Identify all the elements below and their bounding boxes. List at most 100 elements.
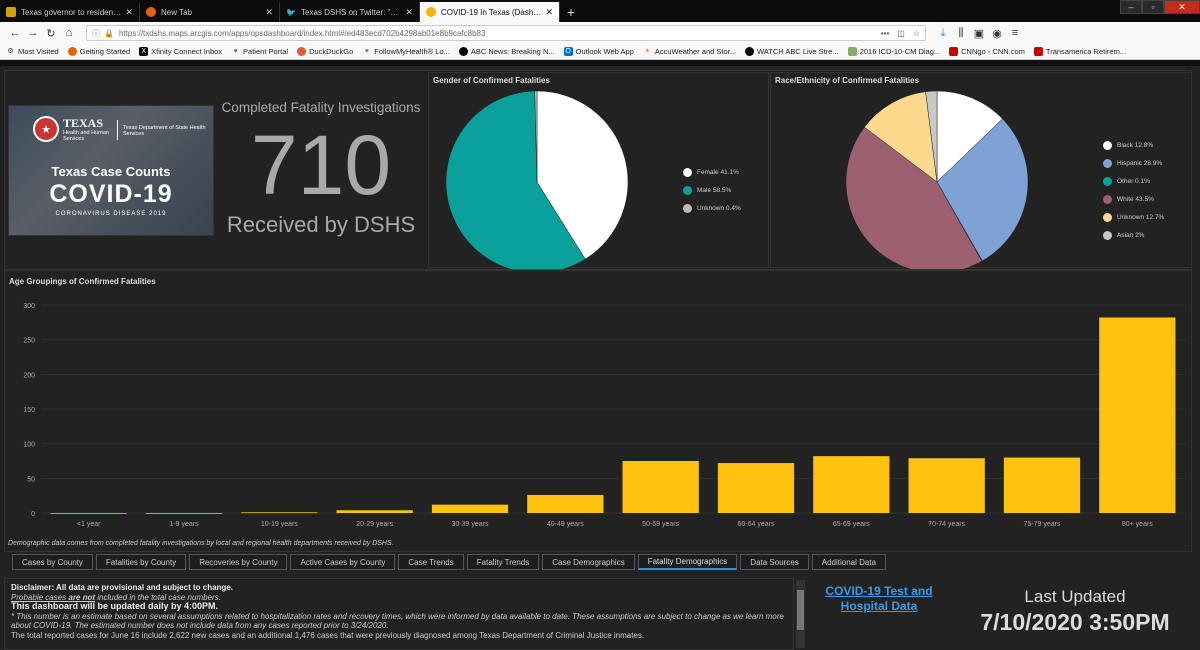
browser-tab[interactable]: New Tab ✕ <box>140 2 280 22</box>
legend-label: Hispanic 28.9% <box>1117 159 1163 167</box>
race-legend-item[interactable]: Unknown 12.7% <box>1103 208 1164 226</box>
close-window-icon[interactable]: ✕ <box>1164 0 1200 14</box>
texas-star-icon: ★ <box>33 116 59 142</box>
close-tab-icon[interactable]: ✕ <box>405 7 413 18</box>
bar--1-year[interactable] <box>50 513 127 514</box>
disclaimer-scrollbar[interactable] <box>796 580 805 648</box>
bar-20-29-years[interactable] <box>336 510 413 513</box>
legend-swatch <box>683 185 692 195</box>
last-updated-panel: Last Updated 7/10/2020 3:50PM <box>954 578 1196 650</box>
bookmark-item[interactable]: ⚙ Most Visited <box>6 47 58 56</box>
tab-case-demographics[interactable]: Case Demographics <box>542 554 635 570</box>
forward-arrow-icon[interactable]: → <box>24 27 42 39</box>
back-arrow-icon[interactable]: ← <box>6 27 24 39</box>
disease-subtitle: CORONAVIRUS DISEASE 2019 <box>55 211 167 217</box>
new-tab-button[interactable]: + <box>560 2 582 22</box>
bookmark-item[interactable]: ABC News: Breaking N... <box>458 47 555 56</box>
disclaimer-panel: Disclaimer: All data are provisional and… <box>4 578 794 650</box>
gender-legend-item[interactable]: Male 58.5% <box>683 181 741 199</box>
download-icon[interactable]: ⤓ <box>934 27 952 40</box>
bookmark-item[interactable]: ♥ FollowMyHealth® Lo... <box>362 47 450 56</box>
bookmark-item[interactable]: CNNgo - CNN.com <box>949 47 1025 56</box>
legend-label: Other 0.1% <box>1117 177 1150 185</box>
bookmark-label: Xfinity Connect Inbox <box>151 47 223 56</box>
fatality-indicator: Completed Fatality Investigations 710 Re… <box>215 72 427 268</box>
bookmark-item[interactable]: ♥ Patient Portal <box>231 47 288 56</box>
home-icon[interactable]: ⌂ <box>60 27 78 39</box>
reload-icon[interactable]: ↻ <box>42 27 60 40</box>
info-icon[interactable]: ⓘ <box>92 28 100 39</box>
x-tick-label: 40-49 years <box>547 521 584 528</box>
legend-swatch <box>1103 140 1112 150</box>
bar-1-9-years[interactable] <box>145 513 223 514</box>
browser-tab[interactable]: Texas governor to residents: "T ✕ <box>0 2 140 22</box>
bookmark-item[interactable]: Getting Started <box>67 47 130 56</box>
page-actions-icon[interactable]: ••• <box>881 29 889 38</box>
gender-legend-item[interactable]: Female 41.1% <box>683 163 741 181</box>
bookmark-item[interactable]: O Outlook Web App <box>563 47 634 56</box>
bookmark-item[interactable]: ☀ AccuWeather and Stor... <box>643 47 736 56</box>
heart-icon: ♥ <box>233 48 238 55</box>
menu-icon[interactable]: ≡ <box>1006 27 1024 39</box>
race-legend-item[interactable]: White 43.5% <box>1103 190 1164 208</box>
legend-label: Female 41.1% <box>697 168 739 176</box>
scrollbar-thumb[interactable] <box>797 590 804 630</box>
bar-40-49-years[interactable] <box>527 494 604 513</box>
case-counts-title: Texas Case Counts <box>51 164 171 179</box>
close-tab-icon[interactable]: ✕ <box>545 7 553 18</box>
account-icon[interactable]: ◉ <box>988 27 1006 40</box>
disclaimer-line: Disclaimer: All data are provisional and… <box>11 583 233 592</box>
tab-active-cases-by-county[interactable]: Active Cases by County <box>290 554 396 570</box>
library-icon[interactable]: ⫼ <box>952 27 970 40</box>
url-text[interactable]: https://txdshs.maps.arcgis.com/apps/opsd… <box>119 29 873 38</box>
close-tab-icon[interactable]: ✕ <box>265 7 273 18</box>
close-tab-icon[interactable]: ✕ <box>125 7 133 18</box>
browser-tab-active[interactable]: COVID-19 In Texas (Dashboard) ✕ <box>420 2 560 22</box>
tab-title: New Tab <box>161 7 192 17</box>
race-legend-item[interactable]: Black 12.8% <box>1103 136 1164 154</box>
tab-fatality-demographics[interactable]: Fatality Demographics <box>637 554 738 570</box>
bar-10-19-years[interactable] <box>241 512 318 514</box>
bar-70-74-years[interactable] <box>908 458 985 513</box>
bookmark-item[interactable]: Transamerica Retirem... <box>1033 47 1126 56</box>
bookmark-label: Patient Portal <box>243 47 289 56</box>
tab-fatality-trends[interactable]: Fatality Trends <box>466 554 540 570</box>
tab-cases-by-county[interactable]: Cases by County <box>12 554 93 570</box>
tab-case-trends[interactable]: Case Trends <box>398 554 464 570</box>
estimate-note: * This number is an estimate based on se… <box>11 611 784 631</box>
bookmark-item[interactable]: 2016 ICD-10-CM Diag... <box>847 47 940 56</box>
bookmark-item[interactable]: X Xfinity Connect Inbox <box>139 47 222 56</box>
test-hospital-data-link[interactable]: COVID-19 Test and Hospital Data <box>825 584 932 613</box>
url-bar[interactable]: ⓘ 🔒 https://txdshs.maps.arcgis.com/apps/… <box>86 25 926 41</box>
race-legend-item[interactable]: Other 0.1% <box>1103 172 1164 190</box>
tab-recoveries-by-county[interactable]: Recoveries by County <box>189 554 288 570</box>
bookmark-item[interactable]: WATCH ABC Live Stre... <box>745 47 839 56</box>
bookmark-item[interactable]: DuckDuckGo <box>297 47 353 56</box>
x-tick-label: 30-39 years <box>452 521 489 528</box>
y-tick-label: 300 <box>23 303 35 310</box>
legend-label: Asian 2% <box>1117 231 1145 239</box>
tab-title: Texas DSHS on Twitter: "#COVI <box>301 7 401 17</box>
maximize-icon[interactable]: ▫ <box>1142 0 1164 14</box>
bar-75-79-years[interactable] <box>1003 457 1081 513</box>
tab-additional-data[interactable]: Additional Data <box>811 554 887 570</box>
sidebar-icon[interactable]: ▣ <box>970 27 988 40</box>
gender-legend-item[interactable]: Unknown 0.4% <box>683 199 741 217</box>
bookmark-label: CNNgo - CNN.com <box>961 47 1025 56</box>
y-tick-label: 200 <box>23 372 35 379</box>
bookmark-star-icon[interactable]: ☆ <box>913 29 920 38</box>
pocket-icon[interactable]: ◫ <box>897 29 905 38</box>
bar-30-39-years[interactable] <box>431 504 509 513</box>
dashboard-favicon-icon <box>426 7 436 17</box>
tab-data-sources[interactable]: Data Sources <box>740 554 809 570</box>
minimize-icon[interactable]: – <box>1120 0 1142 14</box>
document-icon <box>847 47 857 56</box>
bar-60-64-years[interactable] <box>717 463 795 513</box>
bar-50-59-years[interactable] <box>622 461 699 513</box>
tab-fatalities-by-county[interactable]: Fatalities by County <box>95 554 187 570</box>
race-legend-item[interactable]: Asian 2% <box>1103 226 1164 244</box>
browser-tab[interactable]: 🐦 Texas DSHS on Twitter: "#COVI ✕ <box>280 2 420 22</box>
bar-80-years[interactable] <box>1099 317 1176 513</box>
race-legend-item[interactable]: Hispanic 28.9% <box>1103 154 1164 172</box>
bar-65-69-years[interactable] <box>813 456 890 513</box>
